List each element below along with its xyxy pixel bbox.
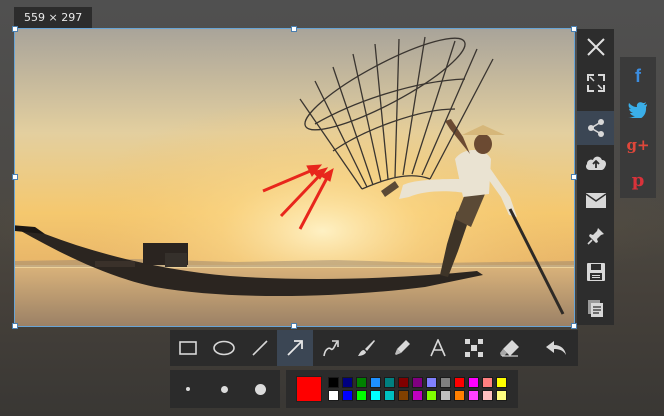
stroke-size-medium[interactable] — [206, 370, 242, 408]
save-button[interactable] — [577, 255, 614, 289]
fisherman-photo — [15, 29, 574, 326]
facebook-button[interactable]: f — [620, 59, 656, 93]
color-swatch[interactable] — [398, 390, 409, 401]
color-swatch[interactable] — [454, 390, 465, 401]
current-color-swatch[interactable] — [296, 376, 322, 402]
arrow-icon — [287, 340, 303, 356]
close-button[interactable] — [577, 30, 614, 64]
twitter-button[interactable] — [620, 93, 656, 127]
resize-handle-top-left[interactable] — [12, 26, 18, 32]
color-swatch[interactable] — [482, 390, 493, 401]
upload-button[interactable] — [577, 146, 614, 180]
mail-icon — [585, 192, 606, 208]
curved-arrow-icon — [323, 340, 339, 357]
line-icon — [252, 340, 268, 356]
share-button[interactable] — [577, 111, 614, 145]
selection-area[interactable] — [14, 28, 575, 327]
eraser-tool[interactable] — [492, 330, 528, 366]
line-tool[interactable] — [242, 330, 278, 366]
text-icon — [430, 339, 446, 357]
color-swatch[interactable] — [356, 377, 367, 388]
stroke-size-large[interactable] — [242, 370, 278, 408]
copy-button[interactable] — [577, 291, 614, 325]
email-button[interactable] — [577, 183, 614, 217]
color-swatch[interactable] — [440, 377, 451, 388]
ellipse-tool[interactable] — [206, 330, 242, 366]
resize-handle-top[interactable] — [291, 26, 297, 32]
rectangle-icon — [179, 341, 197, 355]
drawing-toolbar — [170, 330, 578, 366]
pin-icon — [586, 228, 604, 245]
color-swatch[interactable] — [440, 390, 451, 401]
undo-button[interactable] — [535, 330, 577, 366]
color-swatch[interactable] — [398, 377, 409, 388]
resize-handle-left[interactable] — [12, 174, 18, 180]
undo-icon — [546, 341, 566, 355]
pin-button[interactable] — [577, 219, 614, 253]
arrow-tool[interactable] — [277, 330, 313, 366]
fullscreen-button[interactable] — [577, 66, 614, 100]
color-swatch[interactable] — [412, 390, 423, 401]
color-swatch[interactable] — [384, 390, 395, 401]
marker-icon — [395, 340, 410, 355]
color-swatch[interactable] — [328, 390, 339, 401]
facebook-icon: f — [635, 65, 641, 86]
rectangle-tool[interactable] — [170, 330, 206, 366]
close-icon — [586, 38, 605, 56]
color-swatch[interactable] — [412, 377, 423, 388]
copy-icon — [587, 300, 603, 317]
cloud-upload-icon — [585, 156, 606, 170]
ellipse-icon — [213, 340, 235, 356]
color-swatch[interactable] — [384, 377, 395, 388]
color-swatch[interactable] — [468, 390, 479, 401]
share-icon — [587, 119, 604, 137]
curved-arrow-tool[interactable] — [313, 330, 349, 366]
brush-icon — [358, 340, 375, 356]
text-tool[interactable] — [420, 330, 456, 366]
resize-handle-bottom[interactable] — [291, 323, 297, 329]
pinterest-button[interactable]: p — [620, 163, 656, 197]
color-swatch[interactable] — [426, 390, 437, 401]
color-swatch[interactable] — [496, 377, 507, 388]
fullscreen-icon — [586, 74, 605, 92]
color-swatch[interactable] — [342, 377, 353, 388]
color-swatch[interactable] — [426, 377, 437, 388]
stroke-size-selector — [170, 370, 280, 408]
pinterest-icon: p — [631, 169, 645, 191]
color-palette — [286, 370, 518, 408]
color-swatch[interactable] — [370, 390, 381, 401]
marker-tool[interactable] — [384, 330, 420, 366]
side-toolbar — [577, 29, 614, 325]
color-swatch[interactable] — [468, 377, 479, 388]
color-swatch[interactable] — [342, 390, 353, 401]
mosaic-icon — [465, 339, 483, 357]
blur-tool[interactable] — [456, 330, 492, 366]
color-swatch[interactable] — [328, 377, 339, 388]
color-swatch[interactable] — [356, 390, 367, 401]
save-icon — [586, 263, 605, 281]
color-swatch[interactable] — [482, 377, 493, 388]
resize-handle-bottom-left[interactable] — [12, 323, 18, 329]
brush-tool[interactable] — [348, 330, 384, 366]
google-plus-icon: g+ — [626, 136, 650, 154]
google-plus-button[interactable]: g+ — [620, 128, 656, 162]
twitter-icon — [628, 102, 647, 118]
color-swatch[interactable] — [496, 390, 507, 401]
eraser-icon — [500, 340, 519, 357]
color-swatch[interactable] — [454, 377, 465, 388]
color-swatch[interactable] — [370, 377, 381, 388]
stroke-size-small[interactable] — [170, 370, 206, 408]
social-share-panel: f g+ p — [620, 57, 656, 198]
selection-size-label: 559 × 297 — [14, 7, 93, 28]
